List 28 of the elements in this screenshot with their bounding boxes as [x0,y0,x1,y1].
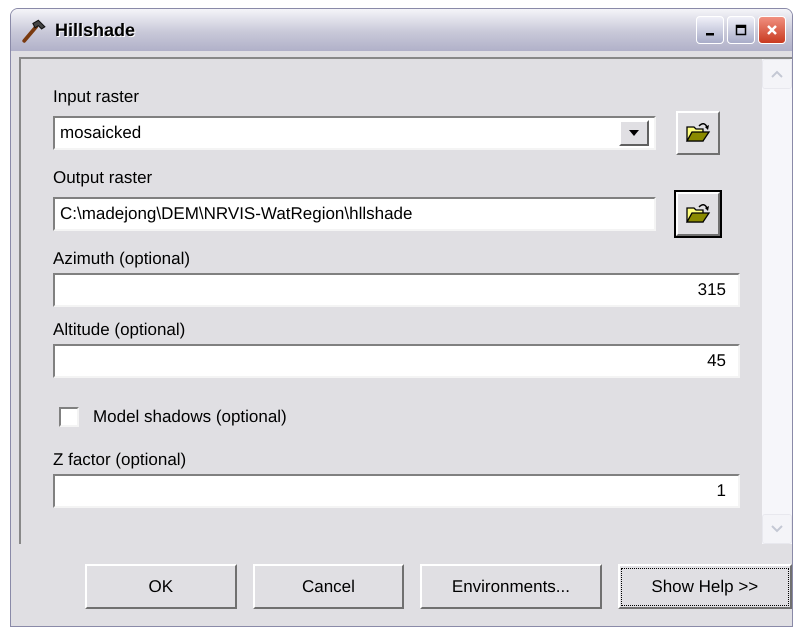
field-label: Input raster [53,87,140,107]
field-label: Azimuth (optional) [53,249,192,269]
input-field[interactable]: C:\madejong\DEM\NRVIS-WatRegion\hllshade [53,197,656,231]
dialog-button[interactable]: OK [85,564,237,609]
checkbox[interactable] [59,407,79,427]
browse-button[interactable] [676,192,720,236]
dialog-button[interactable]: Show Help >> [618,564,792,609]
caret-up-icon [770,69,784,79]
hammer-icon [21,17,47,43]
maximize-icon [734,23,748,37]
dropdown-field[interactable]: mosaicked [53,116,656,150]
browse-button[interactable] [676,111,720,155]
input-field[interactable]: 45 [53,344,740,378]
field-label: Z factor (optional) [53,450,188,470]
close-button[interactable] [758,16,786,44]
dialog-button[interactable]: Cancel [252,564,404,609]
checkbox-label: Model shadows (optional) [93,407,287,427]
input-field[interactable]: 315 [53,273,740,307]
field-label: Altitude (optional) [53,320,186,340]
minimize-button[interactable] [696,16,724,44]
close-icon [765,23,779,37]
minimize-icon [706,33,714,36]
maximize-button[interactable] [727,16,755,44]
field-label: Output raster [53,168,154,188]
window-title: Hillshade [55,20,136,40]
dialog-button[interactable]: Environments... [420,564,602,609]
input-field[interactable]: 1 [53,474,740,508]
caret-down-icon [770,524,784,534]
